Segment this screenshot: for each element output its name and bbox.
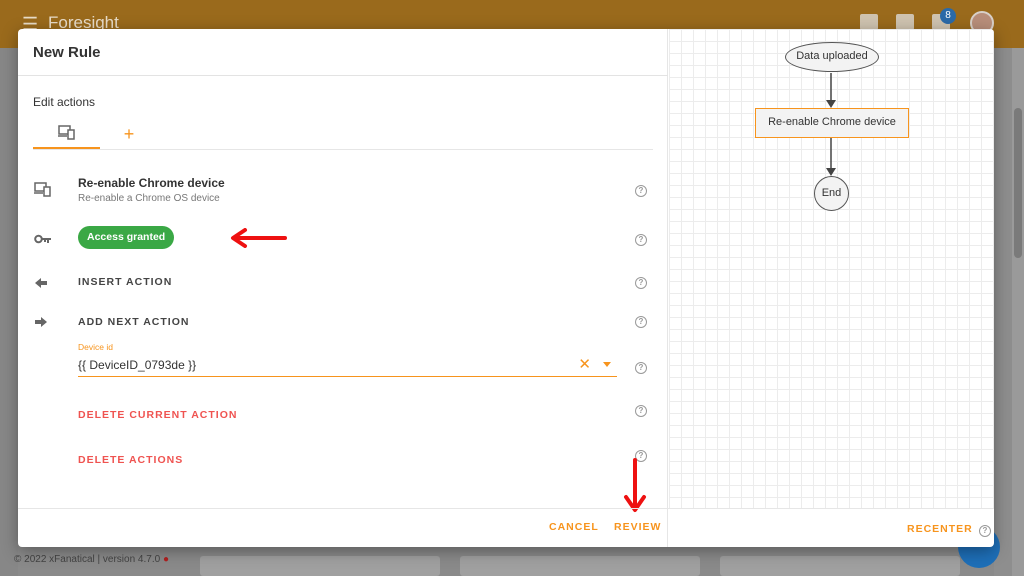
edit-panel: New Rule Edit actions + Re-enable Chrome… bbox=[18, 29, 668, 547]
tab-add-action[interactable]: + bbox=[114, 119, 144, 149]
insert-action-button[interactable]: INSERT ACTION bbox=[78, 276, 172, 288]
alert-icon[interactable] bbox=[896, 14, 914, 30]
add-next-action-button[interactable]: ADD NEXT ACTION bbox=[78, 316, 189, 328]
footer-divider bbox=[18, 508, 994, 509]
delete-current-action-button[interactable]: DELETE CURRENT ACTION bbox=[78, 409, 237, 421]
tab-action-device[interactable] bbox=[33, 119, 100, 149]
device-id-field[interactable]: {{ DeviceID_0793de }} ✕ bbox=[78, 352, 617, 377]
chevron-down-icon[interactable] bbox=[603, 362, 611, 367]
flow-canvas[interactable]: Data uploaded Re-enable Chrome device En… bbox=[669, 29, 994, 508]
review-button[interactable]: REVIEW bbox=[614, 521, 661, 533]
recenter-button[interactable]: RECENTER bbox=[907, 523, 973, 535]
devices-icon bbox=[34, 182, 52, 200]
flow-node-trigger[interactable]: Data uploaded bbox=[785, 42, 879, 72]
help-icon[interactable]: ? bbox=[635, 185, 647, 197]
devices-icon bbox=[57, 125, 75, 140]
flow-node-action[interactable]: Re-enable Chrome device bbox=[755, 108, 909, 138]
tab-divider bbox=[33, 149, 653, 150]
clear-icon[interactable]: ✕ bbox=[578, 355, 591, 373]
arrow-right-icon bbox=[34, 315, 52, 333]
help-icon[interactable]: ? bbox=[635, 362, 647, 374]
scrollbar-thumb[interactable] bbox=[1014, 108, 1022, 258]
status-dot-icon: ● bbox=[162, 554, 169, 565]
divider bbox=[18, 75, 668, 76]
action-title: Re-enable Chrome device bbox=[78, 176, 225, 190]
arrow-left-icon bbox=[34, 276, 52, 294]
device-id-label: Device id bbox=[78, 342, 113, 352]
cancel-button[interactable]: CANCEL bbox=[549, 521, 599, 533]
help-icon[interactable]: ? bbox=[635, 234, 647, 246]
device-id-value[interactable]: {{ DeviceID_0793de }} bbox=[78, 358, 196, 372]
annotation-arrow-left-icon bbox=[231, 228, 287, 248]
background-sidebar bbox=[0, 48, 18, 576]
chat-icon[interactable] bbox=[860, 14, 878, 30]
help-icon[interactable]: ? bbox=[635, 277, 647, 289]
key-icon bbox=[34, 232, 52, 250]
annotation-arrow-down-icon bbox=[624, 458, 646, 512]
flow-node-end[interactable]: End bbox=[814, 176, 849, 211]
help-icon[interactable]: ? bbox=[635, 405, 647, 417]
help-icon[interactable]: ? bbox=[979, 525, 991, 537]
dialog-title: New Rule bbox=[33, 44, 101, 61]
page-scrollbar[interactable] bbox=[1012, 48, 1024, 576]
access-granted-chip[interactable]: Access granted bbox=[78, 226, 175, 249]
section-title: Edit actions bbox=[33, 95, 96, 109]
new-rule-dialog: New Rule Edit actions + Re-enable Chrome… bbox=[18, 29, 994, 547]
background-cards bbox=[200, 556, 990, 576]
notification-badge: 8 bbox=[940, 8, 956, 24]
add-icon: + bbox=[123, 123, 135, 144]
help-icon[interactable]: ? bbox=[635, 316, 647, 328]
app-footer: © 2022 xFanatical | version 4.7.0 ● bbox=[14, 554, 169, 565]
delete-actions-button[interactable]: DELETE ACTIONS bbox=[78, 454, 183, 466]
action-subtitle: Re-enable a Chrome OS device bbox=[78, 193, 220, 204]
